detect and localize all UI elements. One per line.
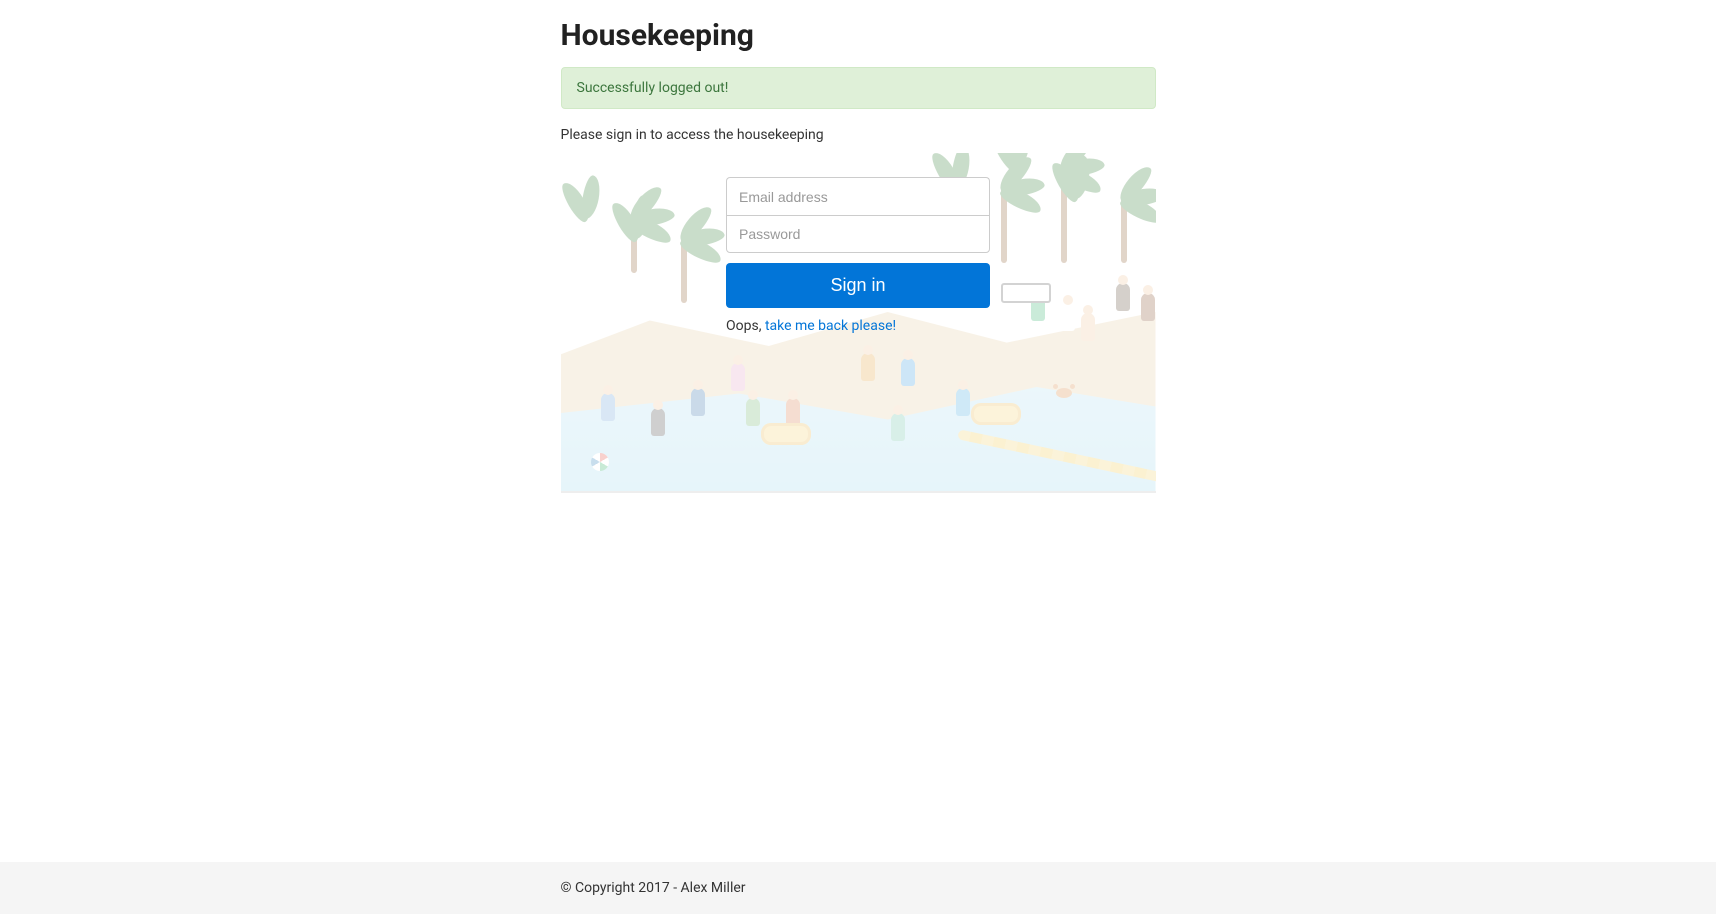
logout-success-alert: Successfully logged out! bbox=[561, 67, 1156, 109]
signin-instruction: Please sign in to access the housekeepin… bbox=[561, 127, 1156, 143]
password-field[interactable] bbox=[726, 215, 990, 253]
page-footer: © Copyright 2017 - Alex Miller bbox=[0, 862, 1716, 914]
back-line: Oops, take me back please! bbox=[726, 318, 990, 334]
take-me-back-link[interactable]: take me back please! bbox=[765, 318, 896, 334]
footer-copyright: © Copyright 2017 - Alex Miller bbox=[561, 880, 746, 896]
signin-form: Sign in Oops, take me back please! bbox=[726, 177, 990, 334]
page-title: Housekeeping bbox=[561, 18, 1156, 53]
hero-panel: Sign in Oops, take me back please! bbox=[561, 153, 1156, 493]
signin-button[interactable]: Sign in bbox=[726, 263, 990, 308]
back-prefix: Oops, bbox=[726, 318, 765, 334]
email-field[interactable] bbox=[726, 177, 990, 215]
